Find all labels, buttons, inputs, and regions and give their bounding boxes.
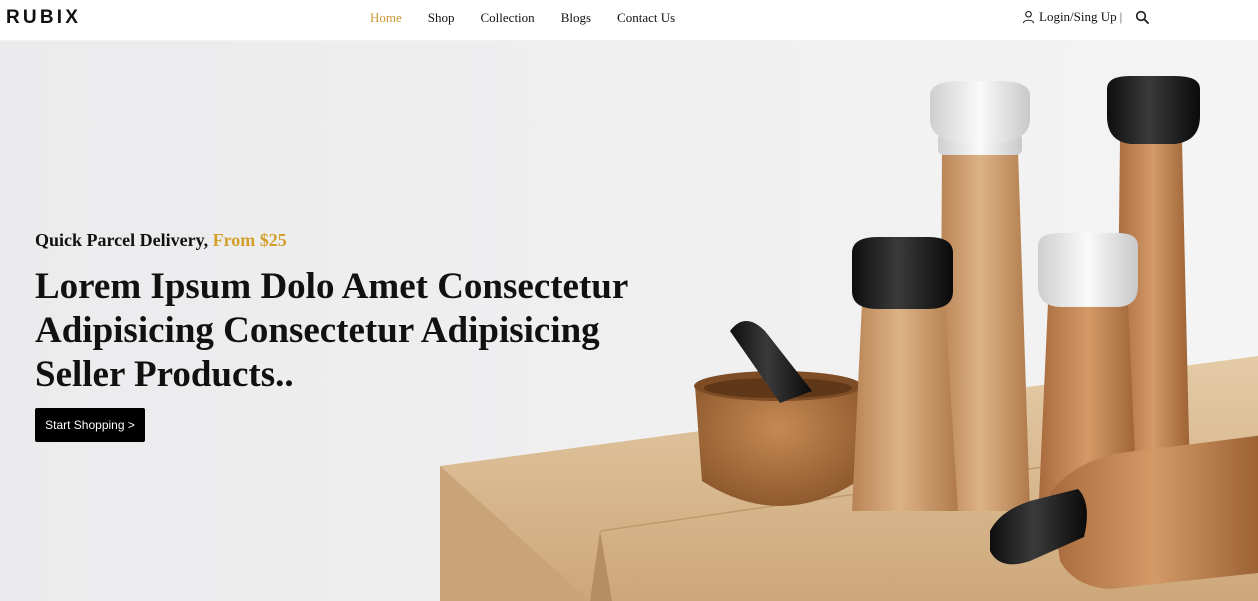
user-icon[interactable] bbox=[1022, 10, 1035, 24]
hero-headline: Lorem Ipsum Dolo Amet Consectetur Adipis… bbox=[35, 266, 628, 395]
account-area: Login/Sing Up | bbox=[1022, 9, 1150, 25]
login-signup-link[interactable]: Login/Sing Up bbox=[1039, 9, 1117, 25]
brand-logo[interactable]: RUBIX bbox=[6, 7, 81, 29]
nav-contact-link[interactable]: Contact Us bbox=[617, 10, 675, 26]
hero-subtitle: Quick Parcel Delivery, From $25 bbox=[35, 230, 287, 251]
search-icon[interactable] bbox=[1135, 10, 1150, 24]
main-nav: Home Shop Collection Blogs Contact Us bbox=[370, 10, 701, 26]
nav-blogs-link[interactable]: Blogs bbox=[561, 10, 591, 26]
price-highlight: From $25 bbox=[212, 230, 287, 250]
nav-shop-link[interactable]: Shop bbox=[428, 10, 455, 26]
delivery-text: Quick Parcel Delivery, bbox=[35, 230, 209, 250]
start-shopping-button[interactable]: Start Shopping > bbox=[35, 408, 145, 442]
top-navbar: RUBIX Home Shop Collection Blogs Contact… bbox=[0, 0, 1258, 41]
nav-collection-link[interactable]: Collection bbox=[481, 10, 535, 26]
nav-home-link[interactable]: Home bbox=[370, 10, 402, 26]
hero-banner: Quick Parcel Delivery, From $25 Lorem Ip… bbox=[0, 41, 1258, 601]
nav-separator: | bbox=[1119, 9, 1123, 24]
